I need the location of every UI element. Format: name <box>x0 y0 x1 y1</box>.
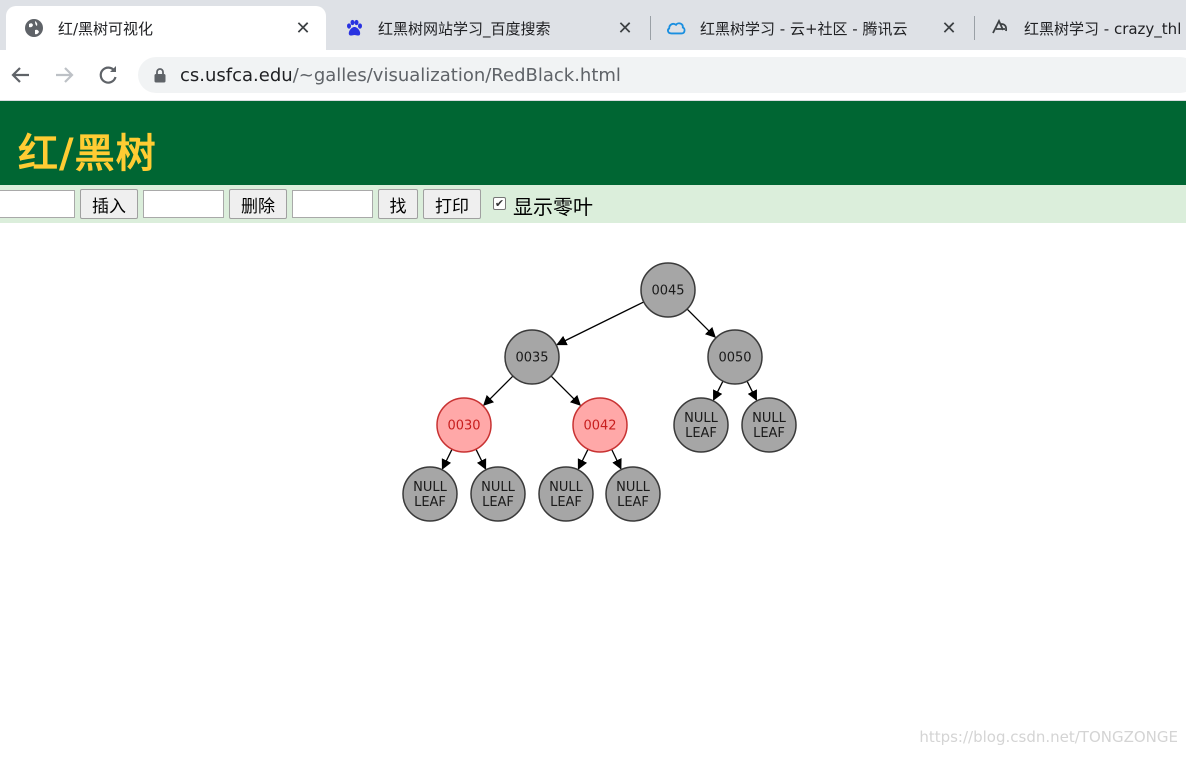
visualization-canvas: 0045 0035 0050 0030 0042 NULL LEAF NULL LEAF NULL… <box>0 223 1186 754</box>
node-label: NULL <box>616 480 650 495</box>
null-leaf-node: NULLLEAF <box>605 466 661 522</box>
reload-icon <box>99 66 117 84</box>
black-node-0035: 0035 <box>504 329 560 385</box>
black-node-0045: 0045 <box>640 262 696 318</box>
tencent-cloud-icon <box>666 18 686 38</box>
tree-edge <box>611 449 622 470</box>
show-null-leaves-label: 显示零叶 <box>513 195 593 219</box>
tab-redblack-visualization[interactable]: 红/黑树可视化 ✕ <box>6 6 326 50</box>
tree-edge <box>475 448 487 470</box>
tab-title: 红/黑树可视化 <box>58 19 154 38</box>
node-label: 0042 <box>583 419 616 434</box>
tab-csdn-article[interactable]: 红黑树学习 - crazy_thl <box>974 6 1186 50</box>
node-label: LEAF <box>482 495 514 510</box>
close-icon[interactable]: ✕ <box>292 17 314 39</box>
show-null-leaves-checkbox[interactable]: ✔ <box>493 197 506 210</box>
node-label: NULL <box>549 480 583 495</box>
watermark: https://blog.csdn.net/TONGZONGE <box>919 728 1178 746</box>
node-label: 0030 <box>447 419 480 434</box>
find-button[interactable]: 找 <box>378 189 418 219</box>
page-header: 红/黑树 <box>0 101 1186 185</box>
delete-button[interactable]: 删除 <box>229 189 287 219</box>
null-leaf-node: NULLLEAF <box>741 397 797 453</box>
tab-title: 红黑树学习 - crazy_thl <box>1024 19 1182 38</box>
forward-button[interactable] <box>49 60 79 90</box>
back-button[interactable] <box>6 60 36 90</box>
insert-value-input[interactable] <box>0 190 75 218</box>
null-leaf-node: NULLLEAF <box>673 397 729 453</box>
address-bar[interactable]: cs.usfca.edu/~galles/visualization/RedBl… <box>138 57 1186 93</box>
tab-tencent-cloud[interactable]: 红黑树学习 - 云+社区 - 腾讯云 ✕ <box>650 6 972 50</box>
red-node-0042: 0042 <box>572 397 628 453</box>
close-icon[interactable]: ✕ <box>614 17 636 39</box>
tree-edge <box>441 448 453 470</box>
red-black-tree: 00450035 00500030 0042NULLLEAFNULLLEAFNULL… <box>402 262 797 522</box>
tab-title: 红黑树网站学习_百度搜索 <box>378 19 551 38</box>
black-node-0050: 0050 <box>707 329 763 385</box>
node-label: 0035 <box>515 351 548 366</box>
browser-tab-strip: 红/黑树可视化 ✕ 红黑树网站学习_百度搜索 ✕ 红黑树学习 - 云+社区 - … <box>0 0 1186 50</box>
node-label: NULL <box>752 411 786 426</box>
page-title: 红/黑树 <box>18 131 157 177</box>
baidu-paw-icon <box>344 18 364 38</box>
red-node-0030: 0030 <box>436 397 492 453</box>
node-label: NULL <box>481 480 515 495</box>
browser-toolbar: cs.usfca.edu/~galles/visualization/RedBl… <box>0 50 1186 101</box>
insert-button[interactable]: 插入 <box>80 189 138 219</box>
lock-icon[interactable] <box>154 67 166 83</box>
node-label: LEAF <box>414 495 446 510</box>
node-label: LEAF <box>753 426 785 441</box>
find-value-input[interactable] <box>292 190 373 218</box>
tree-edge <box>577 448 589 470</box>
tree-edge <box>483 375 514 406</box>
node-label: NULL <box>413 480 447 495</box>
url-text: cs.usfca.edu/~galles/visualization/RedBl… <box>180 64 621 86</box>
algorithm-controls: 插入 删除 找 打印 ✔ 显示零叶 <box>0 185 1186 223</box>
delete-value-input[interactable] <box>143 190 224 218</box>
null-leaf-node: NULLLEAF <box>538 466 594 522</box>
node-label: NULL <box>684 411 718 426</box>
forward-arrow-icon <box>56 67 74 83</box>
node-label: LEAF <box>617 495 649 510</box>
null-leaf-node: NULLLEAF <box>470 466 526 522</box>
csdn-icon <box>990 18 1010 38</box>
print-button[interactable]: 打印 <box>423 189 481 219</box>
tree-edge <box>550 375 581 406</box>
close-icon[interactable]: ✕ <box>938 17 960 39</box>
tab-baidu-search[interactable]: 红黑树网站学习_百度搜索 ✕ <box>326 6 648 50</box>
null-leaf-node: NULLLEAF <box>402 466 458 522</box>
tree-edge <box>746 380 758 401</box>
node-label: 0050 <box>718 351 751 366</box>
node-label: LEAF <box>685 426 717 441</box>
tree-edge <box>686 308 716 338</box>
back-arrow-icon <box>11 67 29 83</box>
node-label: 0045 <box>651 284 684 299</box>
globe-icon <box>24 18 44 38</box>
tree-edge <box>712 380 724 401</box>
reload-button[interactable] <box>93 60 123 90</box>
node-label: LEAF <box>550 495 582 510</box>
tree-edge <box>556 301 645 346</box>
tab-title: 红黑树学习 - 云+社区 - 腾讯云 <box>700 19 908 38</box>
